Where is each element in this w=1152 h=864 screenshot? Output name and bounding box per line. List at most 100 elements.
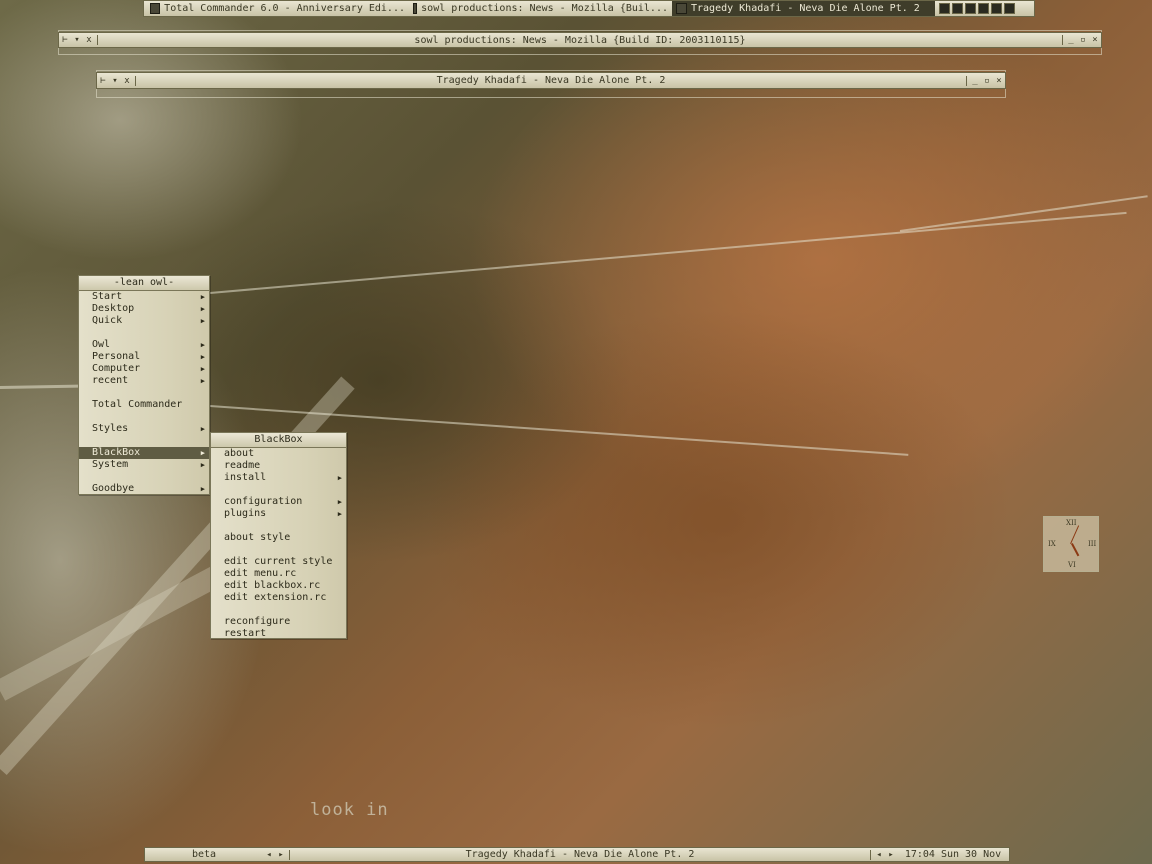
menu-item-reconfigure[interactable]: reconfigure [211,616,346,628]
menu-item-label: edit menu.rc [224,568,297,579]
menu-item-styles[interactable]: Styles ▶ [79,423,209,435]
menu-item-label: recent [92,375,129,386]
window-menu-icon[interactable]: ⊢ [97,76,109,86]
menu-item-edit-extension-rc[interactable]: edit extension.rc [211,592,346,604]
current-window-label[interactable]: Tragedy Khadafi - Neva Die Alone Pt. 2 [292,848,868,861]
titlebar-divider [1062,35,1063,45]
tray-icon[interactable] [991,3,1002,14]
chevron-down-icon[interactable]: ▾ [109,76,121,86]
menu-title: -lean owl- [79,276,209,291]
task-label: sowl productions: News - Mozilla {Buil..… [421,3,668,14]
chevron-down-icon[interactable]: ▾ [71,35,83,45]
menu-item-install[interactable]: install ▶ [211,472,346,484]
tray-icon[interactable] [1004,3,1015,14]
menu-item-computer[interactable]: Computer ▶ [79,363,209,375]
tray-icon[interactable] [965,3,976,14]
root-menu: -lean owl- Start ▶ Desktop ▶ Quick ▶ Owl ▶ P… [78,275,210,495]
clock-numeral: XII [1066,519,1077,527]
workspace-selector[interactable]: beta [145,848,263,861]
toolbar-clock[interactable]: 17:04 Sun 30 Nov [897,848,1009,861]
menu-title: BlackBox [211,433,346,448]
menu-item-owl[interactable]: Owl ▶ [79,339,209,351]
chevron-right-icon: ▶ [200,293,205,301]
close-icon[interactable]: × [993,76,1005,86]
menu-item-about-style[interactable]: about style [211,532,346,544]
clock-hour-hand [1071,543,1080,557]
menu-item-start[interactable]: Start ▶ [79,291,209,303]
pin-icon[interactable]: x [83,35,95,45]
menu-item-quick[interactable]: Quick ▶ [79,315,209,327]
task-total-commander[interactable]: Total Commander 6.0 - Anniversary Edi... [146,1,409,16]
chevron-right-icon[interactable]: ▸ [275,850,287,860]
menu-item-label: plugins [224,508,267,519]
minimize-icon[interactable]: _ [969,76,981,86]
maximize-icon[interactable]: ▫ [981,76,993,86]
menu-item-label: about style [224,532,291,543]
menu-item-plugins[interactable]: plugins ▶ [211,508,346,520]
menu-item-label: restart [224,628,267,639]
mozilla-titlebar[interactable]: ⊢ ▾ x sowl productions: News - Mozilla {… [58,32,1102,48]
menu-item-label: about [224,448,255,459]
chevron-right-icon: ▶ [337,498,342,506]
window-title: sowl productions: News - Mozilla {Build … [414,34,746,46]
menu-separator [211,484,346,496]
window-menu-icon[interactable]: ⊢ [59,35,71,45]
task-tragedy-khadafi[interactable]: Tragedy Khadafi - Neva Die Alone Pt. 2 [672,1,935,16]
chevron-right-icon: ▶ [200,425,205,433]
task-label: Tragedy Khadafi - Neva Die Alone Pt. 2 [691,3,920,14]
menu-item-configuration[interactable]: configuration ▶ [211,496,346,508]
desktop-watermark-text: look in [310,800,389,820]
tray-icon[interactable] [939,3,950,14]
menu-item-label: configuration [224,496,303,507]
menu-item-desktop[interactable]: Desktop ▶ [79,303,209,315]
task-mozilla[interactable]: sowl productions: News - Mozilla {Buil..… [409,1,672,16]
menu-item-about[interactable]: about [211,448,346,460]
chevron-right-icon: ▶ [200,305,205,313]
tragedy-titlebar[interactable]: ⊢ ▾ x Tragedy Khadafi - Neva Die Alone P… [96,72,1006,89]
tray-icon[interactable] [978,3,989,14]
menu-separator [79,411,209,423]
menu-item-edit-current-style[interactable]: edit current style [211,556,346,568]
menu-item-readme[interactable]: readme [211,460,346,472]
menu-item-label: Goodbye [92,483,135,494]
wallpaper-scratch [209,211,1127,294]
menu-item-total-commander[interactable]: Total Commander [79,399,209,411]
toolbar-divider [289,849,290,860]
menu-item-blackbox[interactable]: BlackBox ▶ [79,447,209,459]
chevron-right-icon: ▶ [200,317,205,325]
menu-item-label: Total Commander [92,399,183,410]
chevron-right-icon: ▶ [200,461,205,469]
tray-icon[interactable] [952,3,963,14]
menu-item-label: Quick [92,315,123,326]
menu-item-restart[interactable]: restart [211,628,346,640]
chevron-right-icon: ▶ [200,449,205,457]
titlebar-divider [135,75,136,86]
menu-separator [79,435,209,447]
menu-item-label: edit extension.rc [224,592,327,603]
menu-item-edit-blackbox-rc[interactable]: edit blackbox.rc [211,580,346,592]
titlebar-divider [966,75,967,86]
clock-numeral: IX [1048,540,1056,548]
menu-item-edit-menu-rc[interactable]: edit menu.rc [211,568,346,580]
chevron-left-icon[interactable]: ◂ [263,850,275,860]
chevron-left-icon[interactable]: ◂ [873,850,885,860]
menu-item-system[interactable]: System ▶ [79,459,209,471]
menu-item-label: Start [92,291,123,302]
window-title: Tragedy Khadafi - Neva Die Alone Pt. 2 [436,75,666,86]
maximize-icon[interactable]: ▫ [1077,35,1089,45]
chevron-right-icon[interactable]: ▸ [885,850,897,860]
close-icon[interactable]: × [1089,35,1101,45]
titlebar-divider [97,35,98,45]
menu-item-label: Owl [92,339,111,350]
minimize-icon[interactable]: _ [1065,35,1077,45]
window-label: Tragedy Khadafi - Neva Die Alone Pt. 2 [465,849,695,860]
menu-item-personal[interactable]: Personal ▶ [79,351,209,363]
menu-item-goodbye[interactable]: Goodbye ▶ [79,483,209,495]
analog-clock[interactable]: XII III VI IX [1043,516,1099,572]
clock-minute-hand [1070,525,1080,544]
pin-icon[interactable]: x [121,76,133,86]
top-taskbar: Total Commander 6.0 - Anniversary Edi...… [143,0,1035,17]
menu-item-label: edit blackbox.rc [224,580,321,591]
menu-item-label: Styles [92,423,129,434]
menu-item-recent[interactable]: recent ▶ [79,375,209,387]
